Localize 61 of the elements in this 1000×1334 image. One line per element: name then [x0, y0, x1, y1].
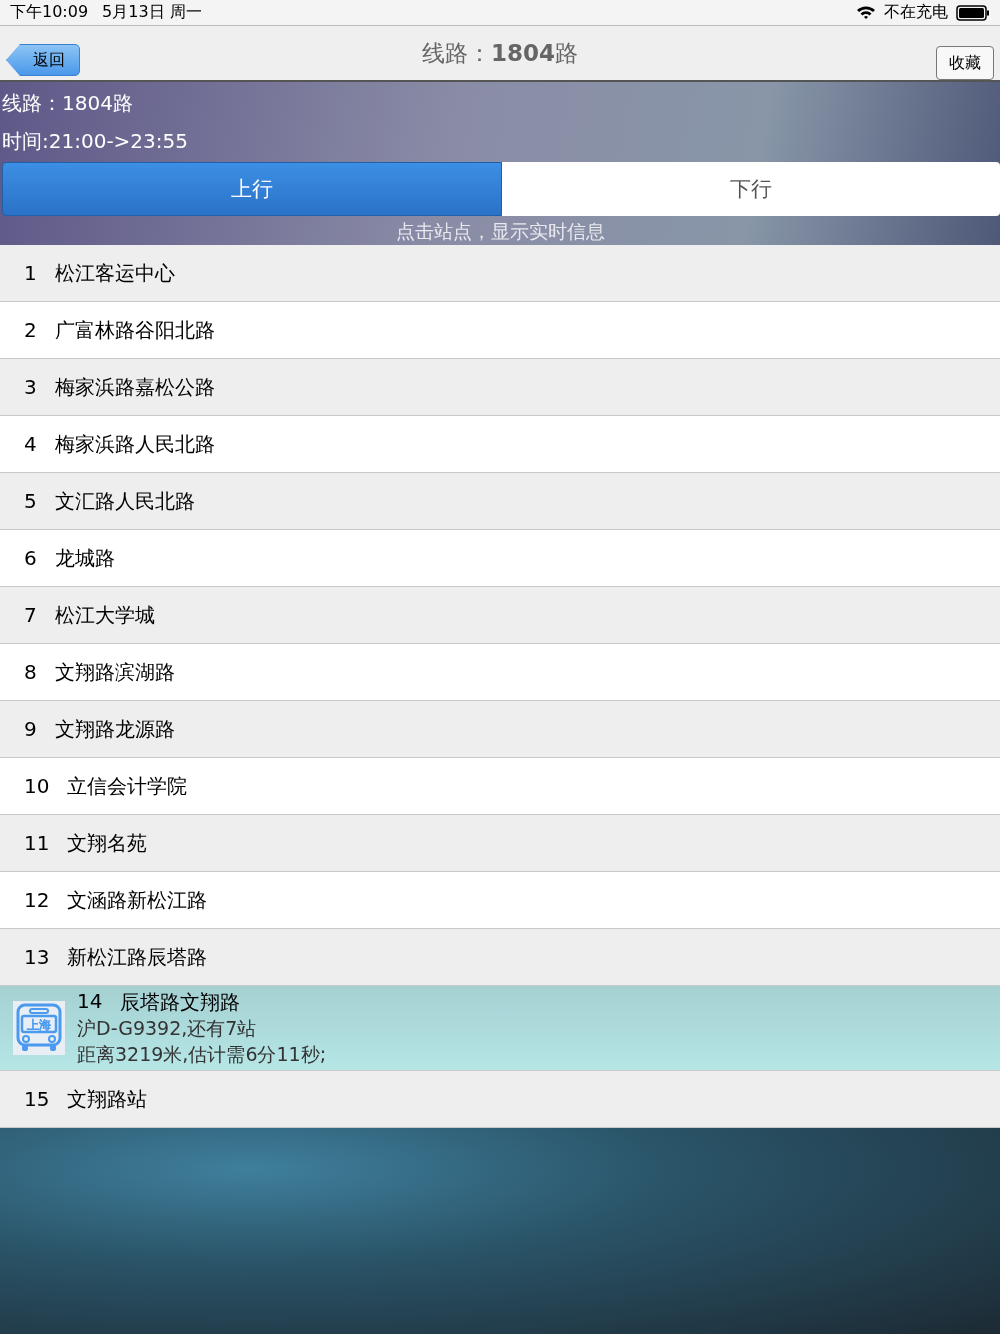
- favorite-button[interactable]: 收藏: [936, 46, 994, 80]
- battery-icon: [956, 4, 990, 21]
- status-date: 5月13日 周一: [102, 2, 202, 23]
- bus-plate-text: 沪D-G9392,还有7站: [77, 1015, 258, 1041]
- stop-row[interactable]: 11 文翔名苑: [0, 815, 1000, 872]
- bus-icon: 上海: [13, 1001, 65, 1055]
- stop-number: 11: [24, 831, 50, 855]
- hint-text: 点击站点，显示实时信息: [394, 219, 606, 244]
- stop-name: 文翔名苑: [67, 829, 148, 857]
- stop-name: 松江大学城: [54, 601, 155, 629]
- stop-row[interactable]: 1 松江客运中心: [0, 245, 1000, 302]
- stop-row[interactable]: 7 松江大学城: [0, 587, 1000, 644]
- stop-row[interactable]: 9 文翔路龙源路: [0, 701, 1000, 758]
- stop-number: 6: [24, 546, 37, 570]
- direction-tab[interactable]: 下行: [502, 162, 1000, 216]
- stop-row[interactable]: 12 文涵路新松江路: [0, 872, 1000, 929]
- charging-status: 不在充电: [884, 2, 948, 23]
- wifi-icon: [856, 5, 876, 20]
- stop-name: 文汇路人民北路: [54, 487, 195, 515]
- stop-name: 文涵路新松江路: [67, 886, 208, 914]
- stop-number: 15: [24, 1087, 50, 1111]
- stop-name: 广富林路谷阳北路: [54, 316, 215, 344]
- stop-row[interactable]: 3 梅家浜路嘉松公路: [0, 359, 1000, 416]
- stop-number: 4: [24, 432, 37, 456]
- stop-row[interactable]: 8 文翔路滨湖路: [0, 644, 1000, 701]
- back-button[interactable]: 返回: [6, 44, 80, 76]
- stop-name: 文翔路龙源路: [54, 715, 175, 743]
- direction-tab[interactable]: 上行: [2, 162, 502, 216]
- stop-name: 松江客运中心: [54, 259, 175, 287]
- stop-name: 辰塔路文翔路: [120, 988, 241, 1016]
- bus-eta-text: 距离3219米,估计需6分11秒;: [77, 1041, 327, 1067]
- stop-row[interactable]: 上海 14 辰塔路文翔路 沪D-G9392,还有7站 距离3219米,估计需6分11秒;: [0, 986, 1000, 1071]
- stop-number: 8: [24, 660, 37, 684]
- stop-row[interactable]: 15 文翔路站: [0, 1071, 1000, 1128]
- stop-row[interactable]: 10 立信会计学院: [0, 758, 1000, 815]
- stop-number: 2: [24, 318, 37, 342]
- stop-name: 新松江路辰塔路: [67, 943, 208, 971]
- stop-name: 梅家浜路人民北路: [54, 430, 215, 458]
- status-time: 下午10:09: [10, 2, 89, 23]
- stop-name: 文翔路滨湖路: [54, 658, 175, 686]
- nav-title: 线路：1804路: [422, 39, 578, 68]
- stop-row[interactable]: 13 新松江路辰塔路: [0, 929, 1000, 986]
- stop-number: 13: [24, 945, 50, 969]
- stop-number: 1: [24, 261, 37, 285]
- stop-row[interactable]: 4 梅家浜路人民北路: [0, 416, 1000, 473]
- stop-row[interactable]: 2 广富林路谷阳北路: [0, 302, 1000, 359]
- stop-number: 5: [24, 489, 37, 513]
- stop-number: 3: [24, 375, 37, 399]
- stop-row[interactable]: 5 文汇路人民北路: [0, 473, 1000, 530]
- stop-name: 梅家浜路嘉松公路: [54, 373, 215, 401]
- stop-name: 龙城路: [54, 544, 115, 572]
- stop-number: 12: [24, 888, 50, 912]
- stop-number: 14: [77, 988, 103, 1015]
- route-name: 线路：1804路: [1, 90, 134, 117]
- stop-name: 立信会计学院: [67, 772, 188, 800]
- stop-number: 9: [24, 717, 37, 741]
- stop-row[interactable]: 6 龙城路: [0, 530, 1000, 587]
- route-time: 时间:21:00->23:55: [1, 128, 189, 155]
- stop-number: 10: [24, 774, 50, 798]
- stop-name: 文翔路站: [67, 1085, 148, 1113]
- stop-number: 7: [24, 603, 37, 627]
